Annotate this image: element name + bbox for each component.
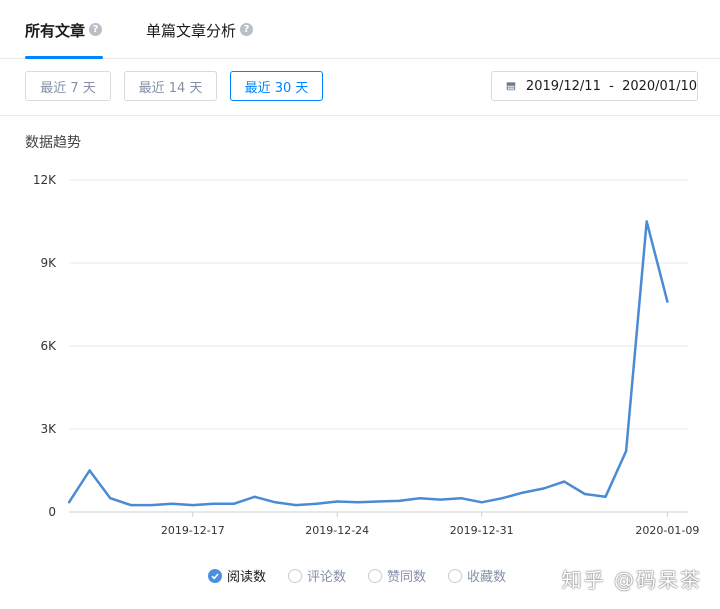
data-point[interactable] <box>356 501 360 504</box>
data-point[interactable] <box>583 492 587 496</box>
data-point[interactable] <box>212 502 215 505</box>
data-point[interactable] <box>604 495 607 498</box>
radio-empty-icon <box>288 568 303 583</box>
tab-all-articles[interactable]: 所有文章 ? <box>25 20 103 59</box>
x-tick-label: 2019-12-17 <box>161 524 225 537</box>
x-axis: 2019-12-17 2019-12-24 2019-12-31 2020-01-09 <box>161 512 699 537</box>
legend-item-reads[interactable]: 阅读数 <box>208 566 266 585</box>
watermark: 知乎 @码呆茶 <box>561 568 702 592</box>
tab-single-article-label: 单篇文章分析 <box>146 22 237 40</box>
legend-label: 赞同数 <box>387 570 427 585</box>
chart-grid <box>69 179 688 513</box>
data-point[interactable] <box>439 498 442 501</box>
legend-label: 收藏数 <box>467 570 507 585</box>
radio-empty-icon <box>448 568 463 583</box>
x-tick-label: 2019-12-24 <box>305 524 369 537</box>
y-axis: 0 3K 6K 9K 12K <box>33 173 57 519</box>
x-tick-label: 2019-12-31 <box>450 524 514 537</box>
data-point[interactable] <box>88 469 91 472</box>
y-tick-label: 3K <box>40 422 57 436</box>
data-point[interactable] <box>542 487 545 490</box>
data-point[interactable] <box>274 501 277 504</box>
data-point[interactable] <box>418 496 421 500</box>
data-point[interactable] <box>624 449 628 453</box>
calendar-icon <box>506 82 516 91</box>
question-circle-icon[interactable]: ? <box>240 23 254 36</box>
range-7-days-button[interactable]: 最近 7 天 <box>25 71 111 101</box>
data-point[interactable] <box>336 500 339 503</box>
data-point[interactable] <box>480 501 483 504</box>
x-tick-label: 2020-01-09 <box>635 524 699 537</box>
data-point[interactable] <box>67 501 71 504</box>
data-point[interactable] <box>459 496 463 500</box>
y-tick-label: 9K <box>40 256 57 270</box>
radio-empty-icon <box>368 568 383 583</box>
data-point[interactable] <box>150 503 153 507</box>
data-point[interactable] <box>377 500 380 503</box>
data-point[interactable] <box>521 491 525 494</box>
legend-item-upvotes[interactable]: 赞同数 <box>368 566 426 585</box>
data-point[interactable] <box>666 300 669 303</box>
data-point[interactable] <box>170 502 174 505</box>
y-tick-label: 6K <box>40 339 57 353</box>
data-point[interactable] <box>563 480 566 483</box>
line-chart: 0 3K 6K 9K 12K 2019-12-17 2019-12-24 2019-12-3… <box>33 173 699 537</box>
legend-item-favorites[interactable]: 收藏数 <box>448 566 506 585</box>
tab-bar: 所有文章 ? 单篇文章分析 ? <box>0 0 720 59</box>
y-tick-label: 0 <box>48 505 56 519</box>
range-14-days-button[interactable]: 最近 14 天 <box>124 71 217 101</box>
data-point[interactable] <box>232 502 236 505</box>
data-point[interactable] <box>397 499 401 503</box>
section-title: 数据趋势 <box>25 135 81 151</box>
filter-toolbar: 最近 7 天 最近 14 天 最近 30 天 2019/12/11 - 2020… <box>0 59 720 116</box>
tab-single-article-analysis[interactable]: 单篇文章分析 ? <box>146 20 254 58</box>
legend-label: 阅读数 <box>227 570 267 585</box>
date-range-text: 2019/12/11 - 2020/01/10 <box>525 78 697 94</box>
y-tick-label: 12K <box>33 173 57 187</box>
data-point[interactable] <box>645 220 648 223</box>
check-icon <box>208 568 222 583</box>
legend-label: 评论数 <box>307 570 347 585</box>
tab-all-articles-label: 所有文章 <box>25 22 86 40</box>
data-point[interactable] <box>294 503 298 507</box>
series-line <box>67 220 669 507</box>
legend-item-comments[interactable]: 评论数 <box>288 566 346 585</box>
data-point[interactable] <box>253 495 256 498</box>
range-30-days-button[interactable]: 最近 30 天 <box>230 71 323 101</box>
date-range-picker[interactable]: 2019/12/11 - 2020/01/10 <box>491 71 698 101</box>
question-circle-icon[interactable]: ? <box>89 23 103 36</box>
data-point[interactable] <box>501 496 504 500</box>
data-point[interactable] <box>315 502 318 505</box>
data-point[interactable] <box>191 503 194 507</box>
data-point[interactable] <box>129 503 133 507</box>
data-point[interactable] <box>109 496 112 500</box>
chart-legend: 阅读数 评论数 赞同数 收藏数 <box>208 566 506 585</box>
